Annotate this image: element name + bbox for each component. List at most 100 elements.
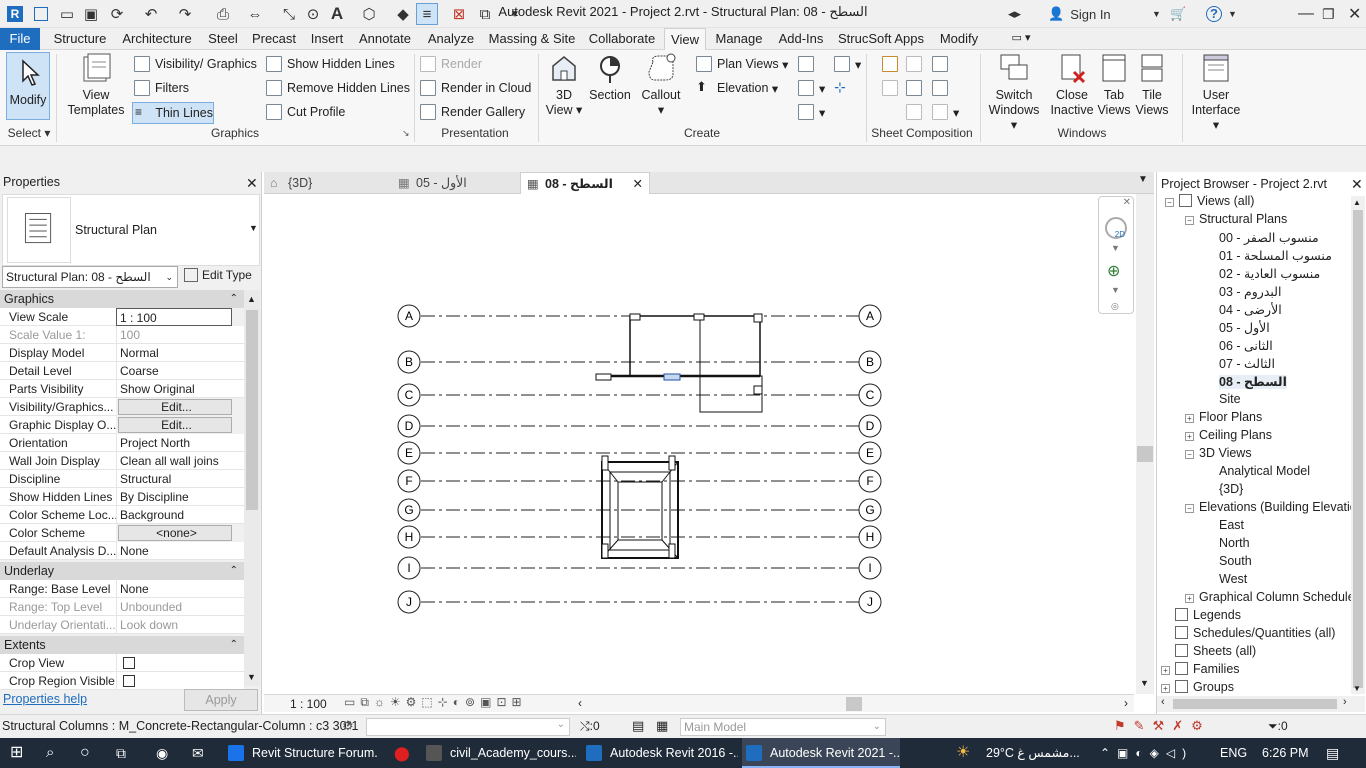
scroll-thumb[interactable] bbox=[1173, 699, 1337, 709]
placeholder-sheet-button[interactable] bbox=[906, 56, 927, 72]
outlook-icon[interactable]: ✉ bbox=[192, 738, 204, 768]
taskbar-item-revit-2021[interactable]: Autodesk Revit 2021 -... bbox=[742, 738, 900, 768]
section-button[interactable]: Section bbox=[588, 52, 632, 103]
view-control-icons[interactable]: ▭⧉☼☀⚙⬚⊹◐⊚▣⊡⊞ bbox=[344, 695, 527, 710]
expand-toggle-icon[interactable]: + bbox=[1185, 414, 1194, 423]
steering-wheel-icon[interactable]: 2D bbox=[1105, 217, 1127, 239]
scroll-thumb[interactable] bbox=[1353, 210, 1363, 688]
render-gallery-button[interactable]: Render Gallery bbox=[420, 104, 525, 120]
opera-icon[interactable]: ⬤ bbox=[394, 738, 410, 768]
title-block-button[interactable] bbox=[932, 56, 953, 72]
browser-item[interactable]: − Views (all) bbox=[1165, 194, 1254, 208]
property-value[interactable]: Unbounded bbox=[116, 598, 244, 616]
extents-group-header[interactable]: Extents ⌃ bbox=[0, 636, 244, 654]
graphics-dialog-launcher-icon[interactable]: ↘ bbox=[402, 128, 410, 139]
canvas-vertical-scrollbar[interactable]: ▼ bbox=[1136, 194, 1154, 694]
view-templates-button[interactable]: View Templates bbox=[64, 52, 128, 118]
property-row[interactable]: Color Scheme <none> bbox=[0, 524, 244, 542]
property-value[interactable]: None bbox=[116, 580, 244, 598]
property-row[interactable]: Scale Value 1: 100 bbox=[0, 326, 244, 344]
tab-architecture[interactable]: Architecture bbox=[118, 28, 196, 50]
thin-lines-button[interactable]: ≡ Thin Lines bbox=[132, 102, 214, 124]
open-icon[interactable]: ▭ bbox=[56, 3, 78, 25]
structural-plan-drawing[interactable]: A AB BC CD DE EF FG GH HI IJ J bbox=[264, 194, 1134, 694]
browser-item[interactable]: Legends bbox=[1175, 608, 1241, 622]
section-icon[interactable]: ◆ bbox=[392, 3, 414, 25]
property-row[interactable]: View Scale 1 : 100 bbox=[0, 308, 244, 326]
browser-item[interactable]: 08 - السطح bbox=[1219, 374, 1287, 389]
tab-roof-active[interactable]: ▦ السطح - 08 ✕ bbox=[520, 172, 650, 194]
properties-help-link[interactable]: Properties help bbox=[3, 692, 87, 706]
view-reference-button[interactable] bbox=[906, 104, 927, 120]
checkbox[interactable] bbox=[123, 675, 135, 687]
browser-item[interactable]: 07 - الثالث bbox=[1219, 356, 1275, 371]
redo-icon[interactable]: ↷ bbox=[174, 3, 196, 25]
thin-lines-icon[interactable]: ≡ bbox=[416, 3, 438, 25]
filters-button[interactable]: Filters bbox=[134, 80, 189, 96]
type-dropdown-icon[interactable]: ▼ bbox=[249, 223, 258, 233]
plan-views-button[interactable]: Plan Views ▾ bbox=[696, 56, 788, 72]
search-nav-icon[interactable]: ◂▸ bbox=[1008, 3, 1021, 25]
collapse-toggle-icon[interactable]: − bbox=[1185, 216, 1194, 225]
language-indicator[interactable]: ENG bbox=[1220, 738, 1247, 768]
tab-precast[interactable]: Precast bbox=[250, 28, 298, 50]
scroll-down-icon[interactable]: ▼ bbox=[1353, 684, 1361, 693]
property-edit-button[interactable]: Edit... bbox=[118, 399, 232, 415]
sign-in-button[interactable]: 👤 Sign In bbox=[1048, 3, 1111, 25]
remove-hidden-lines-button[interactable]: Remove Hidden Lines bbox=[266, 80, 410, 96]
scroll-thumb[interactable] bbox=[246, 310, 258, 510]
browser-item[interactable]: − Elevations (Building Elevatic bbox=[1185, 500, 1356, 514]
ribbon-options-icon[interactable]: ▭ ▾ bbox=[1004, 28, 1038, 50]
text-icon[interactable]: A bbox=[326, 3, 348, 25]
browser-hscrollbar[interactable]: ‹ › bbox=[1157, 696, 1365, 712]
property-row[interactable]: Visibility/Graphics... Edit... bbox=[0, 398, 244, 416]
property-row[interactable]: Color Scheme Loc... Background bbox=[0, 506, 244, 524]
scroll-left-icon[interactable]: ‹ bbox=[578, 696, 582, 710]
property-row[interactable]: Crop Region Visible bbox=[0, 672, 244, 690]
browser-item[interactable]: − Structural Plans bbox=[1185, 212, 1287, 226]
undo-icon[interactable]: ↶ bbox=[140, 3, 162, 25]
user-interface-button[interactable]: User Interface ▾ bbox=[1188, 52, 1244, 133]
duplicate-view-button[interactable]: ▾ bbox=[798, 80, 825, 96]
schedules-button[interactable]: ▾ bbox=[834, 56, 861, 72]
expand-toggle-icon[interactable]: + bbox=[1161, 666, 1170, 675]
task-view-icon[interactable]: ⧉ bbox=[116, 738, 126, 768]
property-value[interactable]: Normal bbox=[116, 344, 244, 362]
close-tab-icon[interactable]: ✕ bbox=[633, 173, 643, 195]
filter-count[interactable]: ⏷:0 bbox=[1268, 719, 1288, 734]
render-in-cloud-button[interactable]: Render in Cloud bbox=[420, 80, 531, 96]
instance-selector[interactable]: Structural Plan: 08 - السطح ⌄ bbox=[2, 266, 178, 288]
close-button[interactable]: ✕ bbox=[1348, 3, 1361, 25]
property-value[interactable]: Clean all wall joins bbox=[116, 452, 244, 470]
property-value[interactable]: None bbox=[116, 542, 244, 560]
print-icon[interactable]: ⎙ bbox=[212, 3, 234, 25]
type-selector[interactable]: Structural Plan ▼ bbox=[2, 194, 260, 266]
property-row[interactable]: Discipline Structural bbox=[0, 470, 244, 488]
property-row[interactable]: Range: Top Level Unbounded bbox=[0, 598, 244, 616]
chrome-icon[interactable]: ◉ bbox=[156, 738, 168, 768]
tab-manage[interactable]: Manage bbox=[712, 28, 766, 50]
property-value[interactable]: Coarse bbox=[116, 362, 244, 380]
scroll-right-icon[interactable]: › bbox=[1124, 696, 1128, 710]
cart-icon[interactable]: 🛒 bbox=[1170, 3, 1186, 25]
show-hidden-lines-button[interactable]: Show Hidden Lines bbox=[266, 56, 395, 72]
browser-item[interactable]: + Ceiling Plans bbox=[1185, 428, 1272, 442]
expand-toggle-icon[interactable]: + bbox=[1161, 684, 1170, 693]
property-value[interactable]: Show Original bbox=[116, 380, 244, 398]
tabs-menu-icon[interactable]: ▼ bbox=[1138, 174, 1148, 185]
scroll-thumb[interactable] bbox=[1137, 446, 1153, 462]
property-row[interactable]: Default Analysis D... None bbox=[0, 542, 244, 560]
design-option-dropdown[interactable]: Main Model ⌄ bbox=[680, 718, 886, 736]
tile-views-button[interactable]: Tile Views bbox=[1134, 52, 1170, 118]
start-button[interactable]: ⊞ bbox=[10, 738, 23, 768]
checkbox[interactable] bbox=[123, 657, 135, 669]
browser-item[interactable]: + Floor Plans bbox=[1185, 410, 1262, 424]
nav-options-icon[interactable]: ◎ bbox=[1111, 301, 1119, 312]
property-row[interactable]: Parts Visibility Show Original bbox=[0, 380, 244, 398]
property-value[interactable]: Project North bbox=[116, 434, 244, 452]
close-inactive-button[interactable]: Close Inactive bbox=[1048, 52, 1096, 118]
property-value[interactable]: Look down bbox=[116, 616, 244, 634]
browser-item[interactable]: {3D} bbox=[1219, 482, 1243, 496]
guide-grid-button[interactable] bbox=[906, 80, 927, 96]
revit-logo-icon[interactable]: R bbox=[4, 3, 26, 25]
